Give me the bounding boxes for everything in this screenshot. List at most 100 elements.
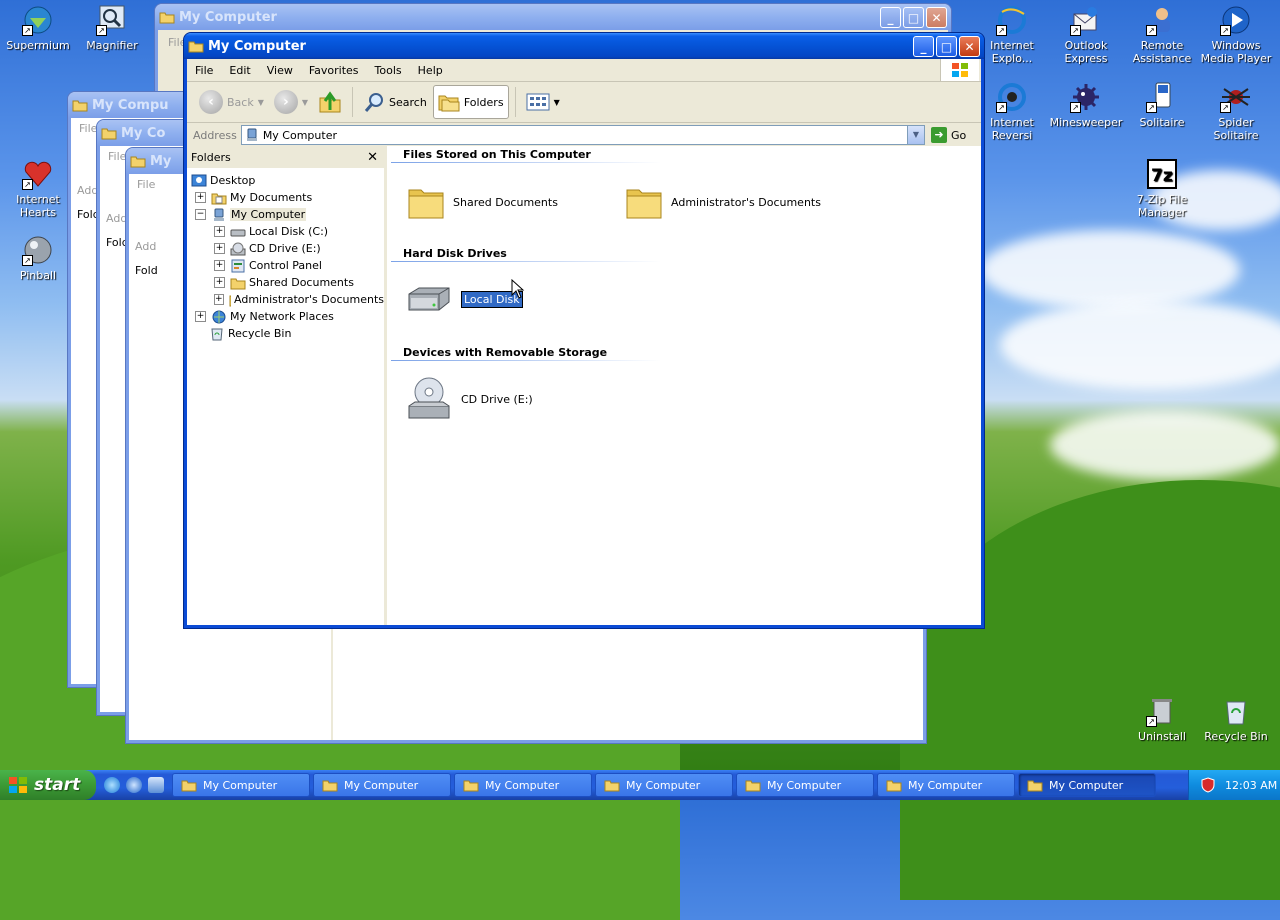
- folders-pane-title: Folders: [191, 150, 231, 164]
- hearts-icon: ↗: [22, 158, 54, 190]
- desktop-icon-7zip[interactable]: 7z 7-Zip File Manager: [1124, 158, 1200, 219]
- task-button-active[interactable]: My Computer: [1018, 773, 1156, 797]
- my-computer-icon: [246, 128, 257, 141]
- uninstall-icon: ↗: [1146, 695, 1178, 727]
- desktop-icon-internet-reversi[interactable]: ↗ Internet Reversi: [974, 81, 1050, 142]
- item-local-disk[interactable]: Local Disk: [405, 284, 524, 314]
- item-shared-documents[interactable]: Shared Documents: [407, 184, 558, 220]
- folder-icon: [604, 780, 620, 792]
- maximize-button[interactable]: □: [903, 7, 924, 28]
- go-button[interactable]: ➜ Go: [925, 127, 981, 143]
- expand-icon[interactable]: +: [214, 294, 224, 305]
- desktop-icon-minesweeper[interactable]: ↗ Minesweeper: [1048, 81, 1124, 129]
- show-desktop-icon[interactable]: [148, 777, 164, 793]
- clock[interactable]: 12:03 AM: [1225, 779, 1277, 792]
- task-button[interactable]: My Computer: [736, 773, 874, 797]
- views-icon: [526, 93, 550, 111]
- expand-icon[interactable]: +: [195, 311, 206, 322]
- menu-view[interactable]: View: [259, 64, 301, 77]
- search-button[interactable]: Search: [359, 85, 431, 119]
- item-administrators-documents[interactable]: Administrator's Documents: [625, 184, 821, 220]
- menu-tools[interactable]: Tools: [367, 64, 410, 77]
- address-fragment: Add: [106, 212, 128, 225]
- address-input[interactable]: My Computer ▼: [240, 125, 925, 145]
- close-button[interactable]: ✕: [959, 36, 980, 57]
- desktop-icon-spider-solitaire[interactable]: ↗ Spider Solitaire: [1198, 81, 1274, 142]
- security-shield-icon[interactable]: [1201, 777, 1215, 793]
- title-bar[interactable]: My Computer _ □ ✕: [184, 33, 984, 59]
- tree-item-cd-drive[interactable]: + CD Drive (E:): [187, 240, 384, 257]
- forward-button[interactable]: › ▼: [270, 85, 312, 119]
- tree-item-desktop[interactable]: Desktop: [187, 172, 384, 189]
- tree-item-shared-documents[interactable]: + Shared Documents: [187, 274, 384, 291]
- folder-icon: [130, 156, 146, 168]
- folder-icon: [188, 41, 204, 53]
- desktop-icon-internet-explorer[interactable]: ↗ Internet Explo...: [974, 4, 1050, 65]
- tree-item-control-panel[interactable]: + Control Panel: [187, 257, 384, 274]
- desktop-icon-recycle-bin[interactable]: Recycle Bin: [1198, 695, 1274, 743]
- folder-tree: Desktop + My Documents − My Computer + L…: [187, 168, 384, 342]
- close-button[interactable]: ✕: [926, 7, 947, 28]
- desktop-icon-remote-assistance[interactable]: ↗ Remote Assistance: [1124, 4, 1200, 65]
- menu-fragment: File: [108, 150, 127, 163]
- task-button[interactable]: My Computer: [877, 773, 1015, 797]
- expand-icon[interactable]: +: [214, 243, 225, 254]
- desktop-icon-supermium[interactable]: ↗ Supermium: [0, 4, 76, 52]
- minimize-button[interactable]: _: [913, 36, 934, 57]
- internet-explorer-icon[interactable]: [104, 777, 120, 793]
- spider-icon: ↗: [1220, 81, 1252, 113]
- mine-icon: ↗: [1070, 81, 1102, 113]
- desktop-icon-pinball[interactable]: ↗ Pinball: [0, 234, 76, 282]
- address-dropdown-button[interactable]: ▼: [907, 126, 924, 144]
- my-computer-icon: [214, 208, 224, 221]
- 7zip-icon: 7z: [1146, 158, 1178, 190]
- task-button[interactable]: My Computer: [454, 773, 592, 797]
- desktop-icon-internet-hearts[interactable]: ↗ Internet Hearts: [0, 158, 76, 219]
- collapse-icon[interactable]: −: [195, 209, 206, 220]
- minimize-button[interactable]: _: [880, 7, 901, 28]
- views-button[interactable]: ▼: [522, 85, 564, 119]
- desktop-icon-windows-media-player[interactable]: ↗ Windows Media Player: [1198, 4, 1274, 65]
- search-icon: [364, 93, 384, 112]
- expand-icon[interactable]: +: [214, 277, 225, 288]
- task-button[interactable]: My Computer: [172, 773, 310, 797]
- group-divider: [391, 360, 661, 361]
- maximize-button[interactable]: □: [936, 36, 957, 57]
- menu-file[interactable]: File: [187, 64, 221, 77]
- windows-logo-icon: [940, 59, 979, 81]
- task-button[interactable]: My Computer: [313, 773, 451, 797]
- my-computer-window[interactable]: My Computer _ □ ✕ File Edit View Favorit…: [184, 33, 984, 628]
- tree-item-my-network-places[interactable]: + My Network Places: [187, 308, 384, 325]
- task-button[interactable]: My Computer: [595, 773, 733, 797]
- tree-item-recycle-bin[interactable]: Recycle Bin: [187, 325, 384, 342]
- folder-icon: [1027, 780, 1043, 792]
- tree-item-my-computer[interactable]: − My Computer: [187, 206, 384, 223]
- recycle-bin-icon: [1220, 695, 1252, 727]
- group-header-files-stored: Files Stored on This Computer: [403, 148, 591, 161]
- window-title: My Co: [121, 125, 166, 141]
- media-player-icon[interactable]: [126, 777, 142, 793]
- window-title: My Computer: [208, 38, 306, 54]
- go-arrow-icon: ➜: [931, 127, 947, 143]
- tree-item-my-documents[interactable]: + My Documents: [187, 189, 384, 206]
- expand-icon[interactable]: +: [214, 260, 225, 271]
- item-cd-drive[interactable]: CD Drive (E:): [405, 376, 533, 422]
- menu-favorites[interactable]: Favorites: [301, 64, 367, 77]
- expand-icon[interactable]: +: [214, 226, 225, 237]
- tree-item-local-disk[interactable]: + Local Disk (C:): [187, 223, 384, 240]
- window-title: My Computer: [179, 9, 277, 25]
- folders-button[interactable]: Folders: [432, 85, 509, 119]
- desktop-icon-outlook-express[interactable]: ↗ Outlook Express: [1048, 4, 1124, 65]
- remote-assistance-icon: ↗: [1146, 4, 1178, 36]
- desktop-icon-solitaire[interactable]: ↗ Solitaire: [1124, 81, 1200, 129]
- menu-help[interactable]: Help: [410, 64, 451, 77]
- close-pane-icon[interactable]: ✕: [367, 150, 378, 165]
- desktop-icon-magnifier[interactable]: ↗ Magnifier: [74, 4, 150, 52]
- up-button[interactable]: [314, 85, 346, 119]
- start-button[interactable]: start: [0, 770, 96, 800]
- desktop-icon-uninstall[interactable]: ↗ Uninstall: [1124, 695, 1200, 743]
- back-button[interactable]: ‹ Back ▼: [195, 85, 268, 119]
- expand-icon[interactable]: +: [195, 192, 206, 203]
- menu-edit[interactable]: Edit: [221, 64, 258, 77]
- tree-item-administrators-documents[interactable]: + Administrator's Documents: [187, 291, 384, 308]
